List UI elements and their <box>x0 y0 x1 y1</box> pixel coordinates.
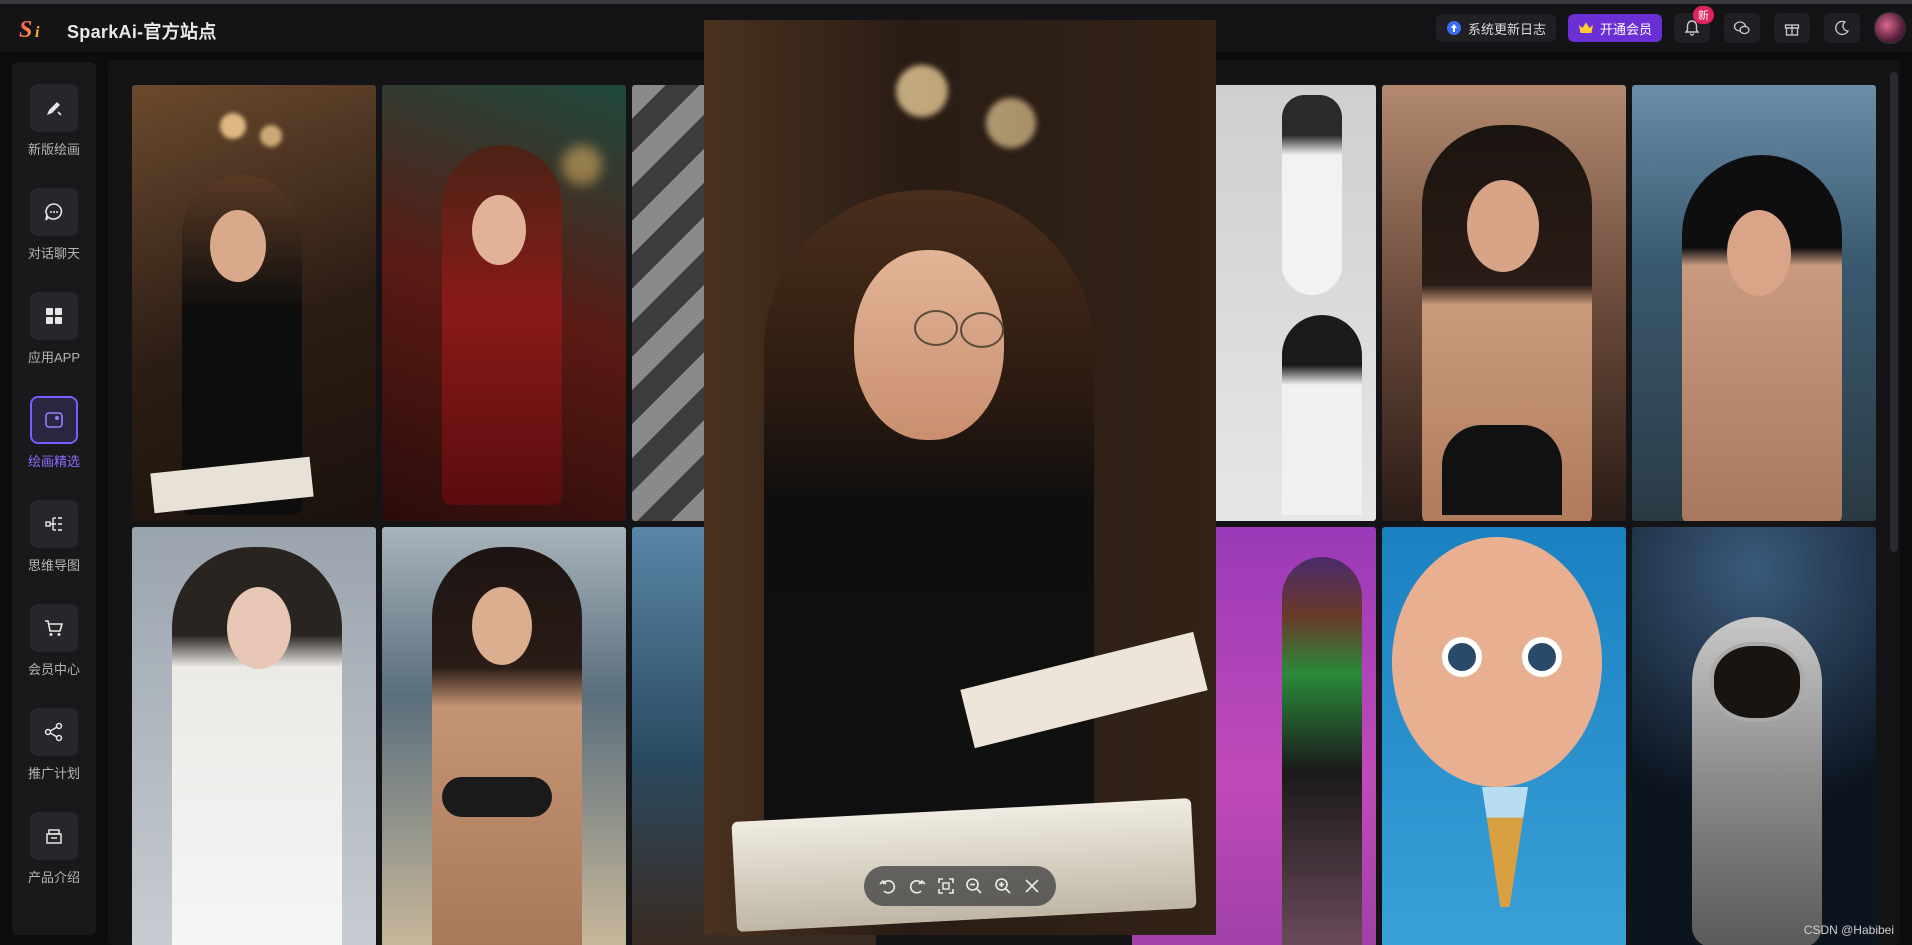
zoom-in-button[interactable] <box>992 875 1014 897</box>
gift-button[interactable] <box>1774 13 1810 43</box>
changelog-button[interactable]: 系统更新日志 <box>1435 14 1556 42</box>
sidebar-item-mindmap[interactable]: 思维导图 <box>12 500 96 590</box>
zoom-in-icon <box>995 878 1011 894</box>
share-icon <box>44 722 63 742</box>
sidebar-item-label: 产品介绍 <box>27 870 80 885</box>
product-icon <box>46 829 62 844</box>
cart-icon <box>45 620 64 636</box>
open-vip-button[interactable]: 开通会员 <box>1567 14 1662 42</box>
close-viewer-button[interactable] <box>1021 875 1043 897</box>
svg-text:S: S <box>19 17 32 43</box>
sidebar-item-label: 绘画精选 <box>27 454 80 469</box>
rotate-right-button[interactable] <box>906 875 928 897</box>
sidebar-item-new-drawing[interactable]: 新版绘画 <box>12 84 96 174</box>
vip-label: 开通会员 <box>1599 21 1652 37</box>
gallery-icon <box>45 412 63 428</box>
gift-icon <box>1784 24 1800 36</box>
glasses-right <box>960 312 1004 348</box>
fit-screen-button[interactable] <box>935 875 957 897</box>
changelog-label: 系统更新日志 <box>1467 21 1546 37</box>
watermark: CSDN @Habibei <box>1803 923 1894 937</box>
sidebar-item-label: 对话聊天 <box>27 246 80 261</box>
sidebar-item-product-intro[interactable]: 产品介绍 <box>12 812 96 902</box>
zoom-out-button[interactable] <box>963 875 985 897</box>
sidebar-item-label: 思维导图 <box>27 558 80 573</box>
moon-icon <box>1835 20 1850 35</box>
header-actions: 系统更新日志 开通会员 新 <box>1435 6 1912 44</box>
user-avatar[interactable] <box>1874 12 1906 44</box>
sidebar-item-chat[interactable]: 对话聊天 <box>12 188 96 278</box>
image-preview[interactable] <box>704 20 1216 935</box>
viewer-toolbar <box>864 866 1056 906</box>
sparkai-logo[interactable]: S i <box>18 13 52 43</box>
fit-screen-icon <box>937 878 954 894</box>
theme-toggle-button[interactable] <box>1824 13 1860 43</box>
sidebar-item-label: 新版绘画 <box>27 142 80 157</box>
sidebar-item-apps[interactable]: 应用APP <box>12 292 96 382</box>
notification-button[interactable]: 新 <box>1674 6 1714 43</box>
rotate-left-icon <box>879 879 896 894</box>
gallery-image-woman-beach-sunset[interactable] <box>1382 85 1626 521</box>
gallery-image-woman-beach[interactable] <box>382 527 626 945</box>
gallery-image-woman-ocean[interactable] <box>1632 85 1876 521</box>
gallery-image-cartoon-girl-ice-cream[interactable] <box>1382 527 1626 945</box>
rotate-right-icon <box>909 879 926 894</box>
wechat-icon <box>1733 21 1750 35</box>
sidebar-item-label: 会员中心 <box>27 662 80 677</box>
gallery-scrollbar[interactable] <box>1890 72 1898 552</box>
mindmap-icon <box>45 517 62 531</box>
gallery-image-woman-reading[interactable] <box>132 85 376 521</box>
gallery-image-woman-red-dress[interactable] <box>382 85 626 521</box>
sidebar: 新版绘画 对话聊天 应用APP 绘画精选 思维导图 会员中心 推广计划 产品介绍 <box>12 62 96 935</box>
new-badge: 新 <box>1693 6 1714 24</box>
svg-text:i: i <box>35 24 40 41</box>
sidebar-item-member-center[interactable]: 会员中心 <box>12 604 96 694</box>
glasses-left <box>914 310 958 346</box>
brush-icon <box>47 102 62 116</box>
upload-circle-icon <box>1446 21 1461 35</box>
grid-icon <box>46 308 62 324</box>
gallery-image-woman-white-lace[interactable] <box>132 527 376 945</box>
sidebar-item-promotion[interactable]: 推广计划 <box>12 708 96 798</box>
sidebar-item-label: 应用APP <box>27 350 80 365</box>
site-title: SparkAi-官方站点 <box>67 22 217 42</box>
crown-icon <box>1578 22 1593 33</box>
rotate-left-button[interactable] <box>877 875 899 897</box>
sidebar-item-featured-drawings[interactable]: 绘画精选 <box>12 396 96 486</box>
chat-icon <box>45 203 63 221</box>
sidebar-item-label: 推广计划 <box>27 766 80 781</box>
gallery-image-astronaut[interactable] <box>1632 527 1876 945</box>
close-icon <box>1025 879 1039 893</box>
wechat-button[interactable] <box>1724 13 1760 43</box>
zoom-out-icon <box>966 878 982 894</box>
